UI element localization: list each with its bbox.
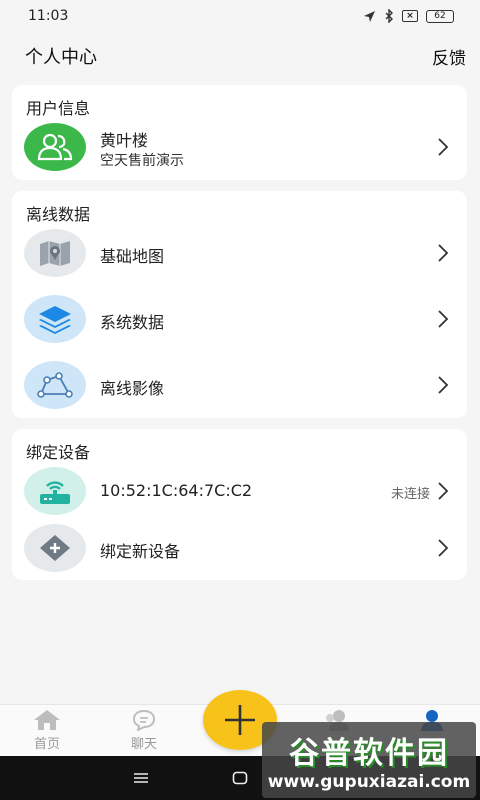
- add-device-avatar: [24, 524, 86, 572]
- connection-status: 未连接: [390, 487, 430, 502]
- add-device-label: 绑定新设备: [100, 542, 181, 561]
- chevron-right-icon: [438, 310, 449, 328]
- basemap-avatar: [24, 229, 86, 277]
- user-info-card: 用户信息 黄叶楼 空天售前演示: [12, 85, 467, 180]
- chat-icon: [132, 709, 156, 731]
- basemap-row[interactable]: 基础地图: [12, 223, 467, 283]
- bound-device-card: 绑定设备 10:52:1C:64:7C:C2 未连接 绑定新设备: [12, 429, 467, 580]
- offline-imagery-avatar: [24, 361, 86, 409]
- chevron-right-icon: [438, 244, 449, 262]
- basemap-label: 基础地图: [100, 247, 165, 266]
- device-mac-address: 10:52:1C:64:7C:C2: [100, 481, 253, 500]
- chevron-right-icon: [438, 539, 449, 557]
- nav-home[interactable]: 首页: [17, 709, 77, 755]
- watermark-logo: 谷普软件园 www.gupuxiazai.com: [262, 722, 476, 798]
- polyline-icon: [37, 372, 73, 398]
- battery-icon: 62: [426, 9, 454, 23]
- bluetooth-icon: [385, 9, 393, 23]
- offline-data-title: 离线数据: [26, 205, 91, 224]
- chevron-right-icon: [438, 376, 449, 394]
- plus-icon: [225, 705, 255, 735]
- feedback-button[interactable]: 反馈: [432, 44, 466, 69]
- no-sim-icon: ×: [402, 10, 418, 22]
- status-bar: 11:03 × 62: [0, 0, 480, 32]
- menu-icon[interactable]: [133, 772, 149, 784]
- offline-data-card: 离线数据 基础地图 系统数据 离线影像: [12, 191, 467, 418]
- system-data-row[interactable]: 系统数据: [12, 289, 467, 349]
- map-icon: [40, 241, 70, 266]
- avatar: [24, 123, 86, 171]
- bound-device-title: 绑定设备: [26, 443, 91, 462]
- user-subtitle: 空天售前演示: [100, 153, 184, 169]
- device-avatar: [24, 467, 86, 515]
- plus-icon: [40, 535, 70, 561]
- location-icon: [364, 10, 375, 22]
- page-title: 个人中心: [25, 47, 97, 68]
- home-button-icon[interactable]: [232, 771, 248, 785]
- user-name: 黄叶楼: [100, 131, 149, 150]
- page-header: 个人中心 反馈: [0, 34, 480, 78]
- home-icon: [34, 710, 60, 730]
- status-time: 11:03: [28, 8, 69, 24]
- user-profile-row[interactable]: 黄叶楼 空天售前演示: [12, 117, 467, 177]
- device-row[interactable]: 10:52:1C:64:7C:C2 未连接: [12, 461, 467, 521]
- system-data-label: 系统数据: [100, 313, 165, 332]
- nav-chat-label: 聊天: [130, 737, 157, 752]
- chevron-right-icon: [438, 138, 449, 156]
- chevron-right-icon: [438, 482, 449, 500]
- watermark-url: www.gupuxiazai.com: [267, 772, 471, 792]
- offline-imagery-label: 离线影像: [100, 379, 165, 398]
- offline-imagery-row[interactable]: 离线影像: [12, 355, 467, 415]
- nav-home-label: 首页: [33, 737, 60, 752]
- router-icon: [40, 481, 70, 504]
- nav-chat[interactable]: 聊天: [114, 709, 174, 755]
- user-info-title: 用户信息: [26, 99, 91, 118]
- layers-icon: [39, 306, 71, 334]
- status-icons: × 62: [363, 9, 454, 23]
- users-icon: [37, 133, 73, 161]
- add-device-row[interactable]: 绑定新设备: [12, 518, 467, 578]
- watermark-title: 谷普软件园: [289, 736, 449, 771]
- system-data-avatar: [24, 295, 86, 343]
